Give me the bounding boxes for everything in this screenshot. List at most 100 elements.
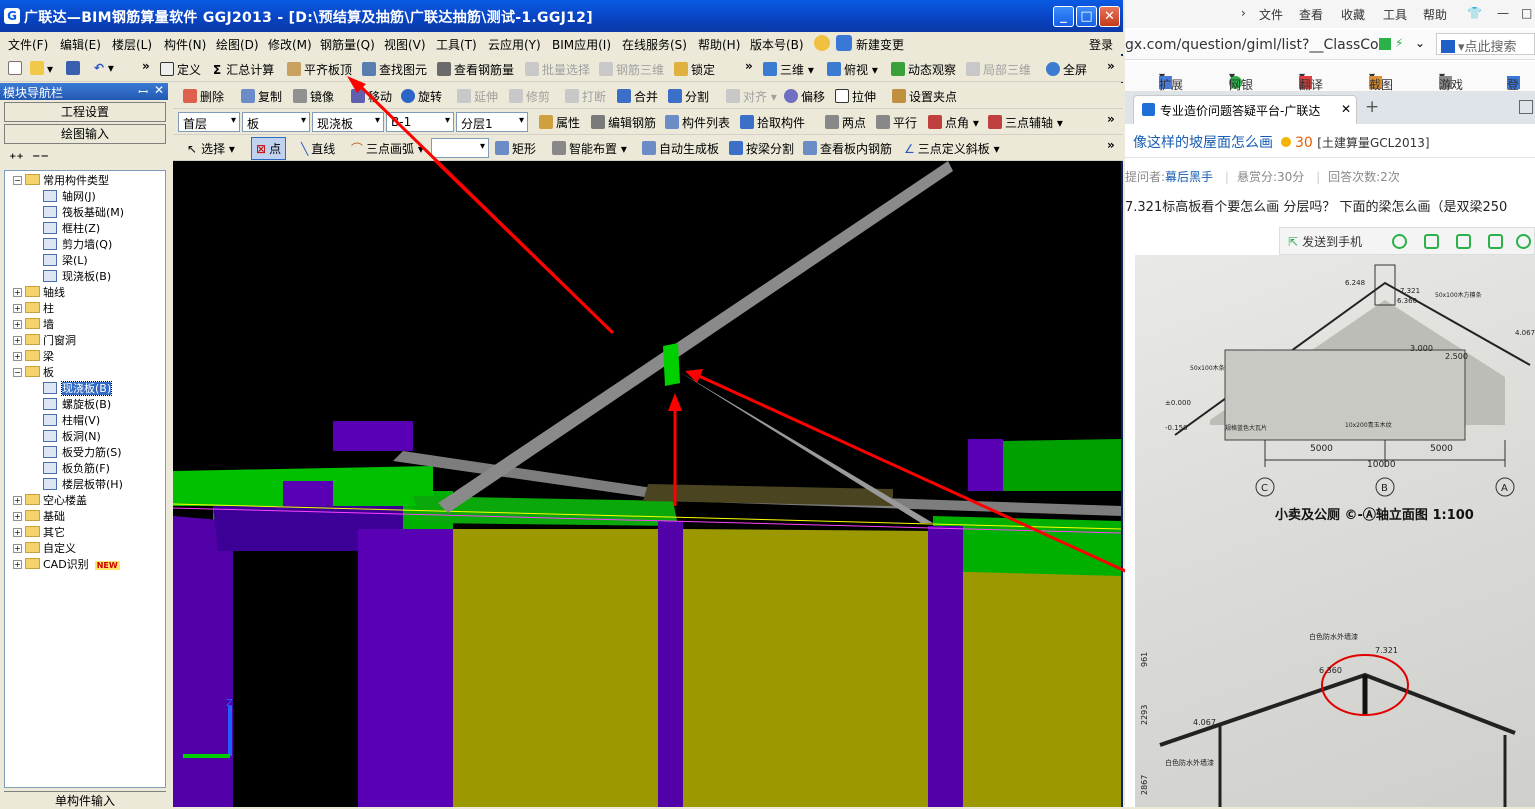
mirror-button[interactable]: 镜像: [293, 88, 334, 105]
floor-select[interactable]: 首层: [178, 112, 240, 132]
trim-button[interactable]: 修剪: [509, 88, 550, 105]
view-rebar-qty-button[interactable]: 查看钢筋量: [437, 61, 514, 78]
url-field[interactable]: gx.com/question/giml/list?__ClassCo: [1125, 37, 1379, 53]
auto-generate-slab-button[interactable]: 自动生成板: [642, 140, 719, 157]
tree-item[interactable]: + 门窗洞: [13, 333, 76, 349]
split-button[interactable]: 分割: [668, 88, 709, 105]
menu-floor[interactable]: 楼层(L): [112, 36, 152, 53]
expand-icon[interactable]: +: [13, 336, 22, 345]
rectangle-button[interactable]: 矩形: [495, 140, 536, 157]
settings-gear-icon[interactable]: [1516, 234, 1531, 249]
bookmark-extensions[interactable]: 扩展 ▾: [1159, 69, 1183, 92]
select-button[interactable]: ↖ 选择 ▾: [187, 140, 235, 157]
expand-icon[interactable]: +: [13, 528, 22, 537]
menu-online[interactable]: 在线服务(S): [622, 36, 687, 53]
tree-item[interactable]: 梁(L): [43, 253, 88, 269]
tree-item[interactable]: 楼层板带(H): [43, 477, 123, 493]
fullscreen-button[interactable]: 全屏: [1046, 61, 1087, 78]
expand-icon[interactable]: +: [13, 560, 22, 569]
bookmark-banking[interactable]: 网银 ▾: [1229, 69, 1253, 92]
stretch-button[interactable]: 拉伸: [835, 88, 876, 105]
browser-menu-tools[interactable]: 工具: [1383, 6, 1407, 23]
menu-modify[interactable]: 修改(M): [268, 36, 312, 53]
find-element-button[interactable]: 查找图元: [362, 61, 427, 78]
bookmark-games[interactable]: 游戏 ▾: [1439, 69, 1463, 92]
save-icon[interactable]: [1456, 234, 1471, 249]
save-icon[interactable]: [66, 61, 83, 76]
project-settings-button[interactable]: 工程设置: [4, 102, 166, 122]
expand-icon[interactable]: +: [13, 320, 22, 329]
category-select[interactable]: 板: [242, 112, 310, 132]
tree-item[interactable]: 现浇板(B): [43, 381, 113, 397]
tree-item[interactable]: 轴网(J): [43, 189, 96, 205]
new-file-icon[interactable]: [8, 61, 25, 76]
single-component-input-tab[interactable]: 单构件输入: [4, 791, 166, 808]
layer-select[interactable]: 分层1: [456, 112, 528, 132]
address-dropdown-icon[interactable]: ⌄: [1415, 36, 1425, 50]
rebar-3d-button[interactable]: 钢筋三维: [599, 61, 664, 78]
tree-item[interactable]: 柱帽(V): [43, 413, 100, 429]
tree-item[interactable]: + CAD识别 NEW: [13, 557, 120, 573]
tree-item[interactable]: 剪力墙(Q): [43, 237, 112, 253]
align-button[interactable]: 对齐 ▾: [726, 88, 777, 105]
expand-all-icon[interactable]: ⁺⁺: [9, 151, 24, 167]
qr-icon[interactable]: [1379, 38, 1391, 50]
expand-icon[interactable]: +: [13, 352, 22, 361]
menu-file[interactable]: 文件(F): [8, 36, 48, 53]
menu-bim[interactable]: BIM应用(I): [552, 36, 611, 53]
menu-draw[interactable]: 绘图(D): [216, 36, 259, 53]
copy-button[interactable]: 复制: [241, 88, 282, 105]
point-angle-button[interactable]: 点角 ▾: [928, 114, 979, 131]
browser-menu-help[interactable]: 帮助: [1423, 6, 1447, 23]
set-grip-button[interactable]: 设置夹点: [892, 88, 957, 105]
lock-button[interactable]: 锁定: [674, 61, 715, 78]
expand-icon[interactable]: [1424, 234, 1439, 249]
open-folder-icon[interactable]: ▾: [30, 61, 53, 76]
collapse-all-icon[interactable]: ⁻⁻: [32, 149, 49, 168]
collapse-icon[interactable]: −: [13, 176, 22, 185]
merge-button[interactable]: 合并: [617, 88, 658, 105]
menu-rebar-qty[interactable]: 钢筋量(Q): [320, 36, 375, 53]
toolbar-overflow-chevron[interactable]: »: [142, 59, 150, 73]
expand-icon[interactable]: +: [13, 288, 22, 297]
batch-select-button[interactable]: 批量选择: [525, 61, 590, 78]
arc-option-select[interactable]: [431, 138, 489, 158]
parallel-button[interactable]: 平行: [876, 114, 917, 131]
top-view-dropdown[interactable]: 俯视 ▾: [827, 61, 878, 78]
toolbar-overflow-chevron-2[interactable]: »: [745, 59, 753, 73]
shirt-icon[interactable]: 👕: [1467, 6, 1482, 20]
local-3d-button[interactable]: 局部三维: [966, 61, 1031, 78]
toolbar-overflow-chevron-5[interactable]: »: [1107, 138, 1115, 152]
properties-button[interactable]: 属性: [539, 114, 580, 131]
menu-component[interactable]: 构件(N): [164, 36, 206, 53]
lightning-icon[interactable]: ⚡: [1395, 36, 1403, 50]
expand-icon[interactable]: +: [13, 512, 22, 521]
login-link[interactable]: 登录: [1089, 36, 1113, 53]
point-button[interactable]: ⊠ 点: [251, 137, 287, 160]
sum-calc-button[interactable]: Σ 汇总计算: [213, 61, 274, 78]
asker-name[interactable]: 幕后黑手: [1165, 170, 1213, 184]
tree-item[interactable]: 板负筋(F): [43, 461, 110, 477]
component-list-button[interactable]: 构件列表: [665, 114, 730, 131]
tree-item[interactable]: + 墙: [13, 317, 54, 333]
browser-minimize[interactable]: —: [1497, 6, 1509, 20]
tree-item[interactable]: + 轴线: [13, 285, 65, 301]
send-to-phone-button[interactable]: ⇱ 发送到手机: [1288, 233, 1362, 250]
tree-item[interactable]: − 板: [13, 365, 54, 381]
toolbar-overflow-chevron-4[interactable]: »: [1107, 112, 1115, 126]
search-engine-icon[interactable]: [1441, 40, 1455, 53]
close-button[interactable]: ✕: [1099, 6, 1120, 27]
menu-new-change[interactable]: 新建变更: [856, 36, 904, 53]
3d-scene[interactable]: Z: [173, 161, 1121, 807]
tree-item[interactable]: 现浇板(B): [43, 269, 111, 285]
tab-close-icon[interactable]: ✕: [1341, 102, 1351, 116]
rotate-button[interactable]: 旋转: [401, 88, 442, 105]
edit-rebar-button[interactable]: 编辑钢筋: [591, 114, 656, 131]
tree-item[interactable]: + 其它: [13, 525, 65, 541]
browser-menu-file[interactable]: 文件: [1259, 6, 1283, 23]
pin-icon[interactable]: ꟷ: [138, 83, 148, 100]
view-slab-rebar-button[interactable]: 查看板内钢筋: [803, 140, 892, 157]
three-d-dropdown[interactable]: 三维 ▾: [763, 61, 814, 78]
define-button[interactable]: 定义: [160, 61, 201, 78]
tree-item[interactable]: 框柱(Z): [43, 221, 100, 237]
